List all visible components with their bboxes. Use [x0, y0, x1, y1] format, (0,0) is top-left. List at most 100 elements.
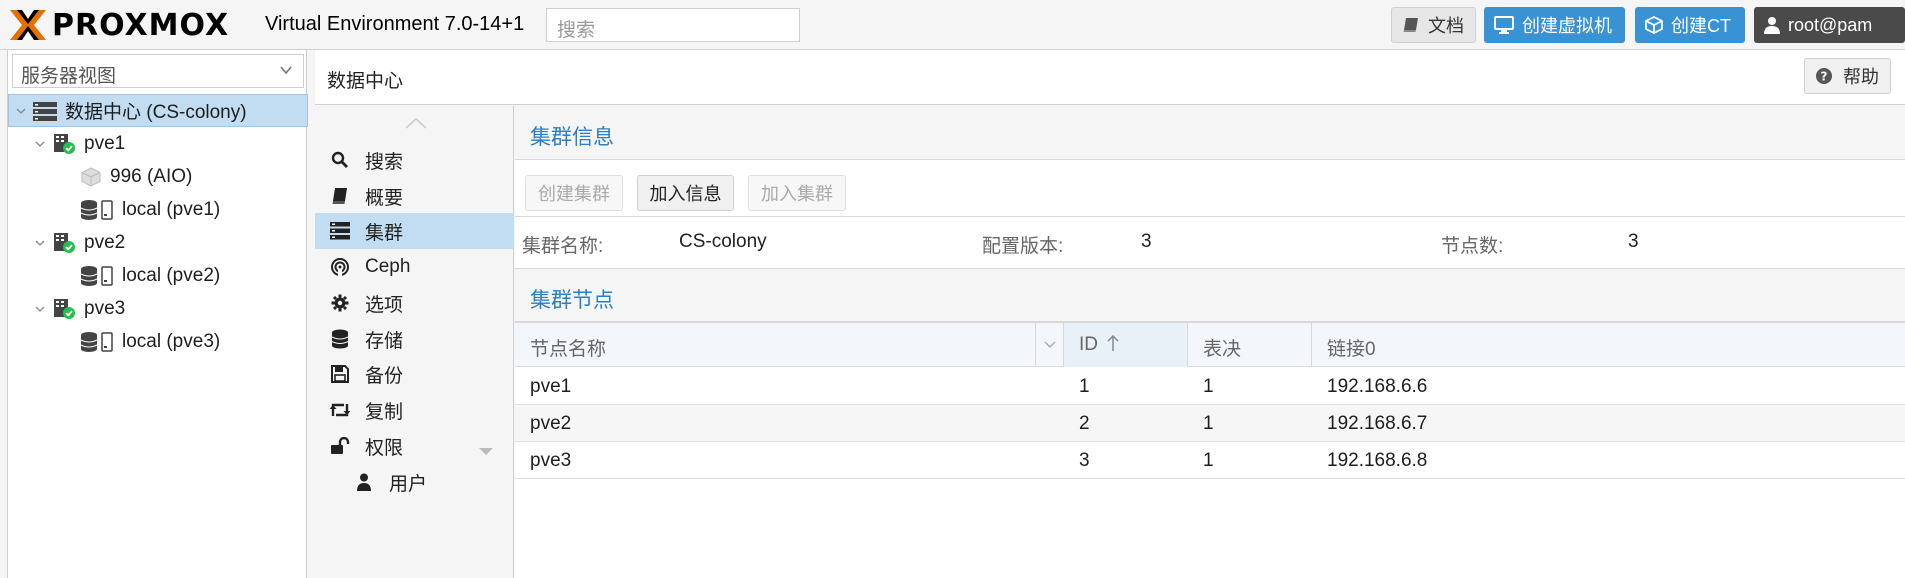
- column-header-id[interactable]: ID: [1064, 323, 1188, 367]
- storage-icon: [80, 199, 114, 221]
- column-header-votes[interactable]: 表决: [1188, 323, 1312, 367]
- collapse-icon[interactable]: [15, 105, 29, 117]
- column-header-node-name[interactable]: 节点名称: [515, 323, 1064, 367]
- ceph-icon: [329, 257, 351, 277]
- version-label: Virtual Environment 7.0-14+1: [265, 13, 525, 35]
- nav-item-ceph[interactable]: Ceph: [315, 249, 514, 285]
- search-icon: [329, 151, 351, 169]
- user-menu-button[interactable]: root@pam: [1754, 7, 1905, 43]
- nav-item-users[interactable]: 用户: [315, 464, 514, 500]
- table-row[interactable]: pve1 1 1 192.168.6.6: [515, 368, 1905, 405]
- sort-ascending-icon: [1107, 334, 1119, 358]
- chevron-down-icon: [279, 61, 293, 83]
- tree-item-storage-pve2[interactable]: local (pve2): [8, 259, 308, 292]
- nav-item-backup[interactable]: 备份: [315, 356, 514, 392]
- create-ct-button[interactable]: 创建CT: [1635, 7, 1745, 43]
- cluster-toolbar: 创建集群 加入信息 加入集群: [515, 161, 1905, 217]
- question-icon: ?: [1815, 67, 1833, 85]
- unlock-icon: [329, 437, 351, 455]
- tree-item-label: 996 (AIO): [110, 165, 193, 187]
- tree-item-label: pve1: [84, 132, 126, 154]
- cell-node-name: pve3: [530, 450, 572, 471]
- datacenter-nav: 搜索 概要 集群 Ceph 选项 存储 备份 复制 权限 用户: [315, 106, 514, 578]
- tree-item-pve2[interactable]: pve2: [8, 226, 308, 259]
- cluster-info-title: 集群信息: [530, 126, 614, 149]
- create-vm-label: 创建虚拟机: [1522, 16, 1612, 36]
- table-row[interactable]: pve3 3 1 192.168.6.8: [515, 442, 1905, 479]
- page-title: 数据中心: [327, 71, 404, 92]
- cluster-name-label: 集群名称:: [522, 236, 604, 257]
- node-online-icon: [52, 232, 76, 254]
- nav-item-label: 权限: [365, 437, 404, 459]
- cluster-name-value: CS-colony: [679, 231, 767, 252]
- collapse-icon[interactable]: [34, 138, 48, 150]
- column-header-label: 表决: [1203, 339, 1242, 360]
- tree-item-label: local (pve2): [122, 264, 221, 286]
- config-version-label: 配置版本:: [982, 236, 1064, 257]
- create-cluster-button[interactable]: 创建集群: [525, 175, 623, 211]
- help-button[interactable]: ? 帮助: [1804, 58, 1891, 94]
- create-ct-label: 创建CT: [1671, 16, 1731, 36]
- resource-tree-panel: 服务器视图 数据中心 (CS-colony) pve1 996 (AIO) lo…: [7, 50, 308, 578]
- tree-item-datacenter[interactable]: 数据中心 (CS-colony): [8, 94, 308, 127]
- database-icon: [329, 329, 351, 349]
- nav-item-label: 搜索: [365, 151, 404, 173]
- floppy-icon: [329, 365, 351, 383]
- create-vm-button[interactable]: 创建虚拟机: [1484, 7, 1625, 43]
- collapse-icon[interactable]: [34, 303, 48, 315]
- search-input[interactable]: 搜索: [546, 8, 800, 42]
- node-online-icon: [52, 133, 76, 155]
- nav-item-label: 存储: [365, 330, 404, 352]
- nav-item-storage[interactable]: 存储: [315, 321, 514, 357]
- table-row[interactable]: pve2 2 1 192.168.6.7: [515, 405, 1905, 442]
- nav-item-label: 概要: [365, 187, 404, 209]
- desktop-icon: [1494, 16, 1514, 34]
- nav-item-label: 选项: [365, 294, 404, 316]
- docs-button[interactable]: 文档: [1391, 7, 1476, 43]
- tree-item-storage-pve1[interactable]: local (pve1): [8, 193, 308, 226]
- column-header-label: 链接0: [1327, 339, 1376, 360]
- nav-item-summary[interactable]: 概要: [315, 178, 514, 214]
- proxmox-x-icon: [10, 10, 46, 40]
- column-menu-icon[interactable]: [1035, 323, 1063, 367]
- svg-text:?: ?: [1821, 70, 1828, 84]
- cell-id: 1: [1079, 376, 1090, 397]
- storage-icon: [80, 265, 114, 287]
- nav-item-cluster[interactable]: 集群: [315, 213, 514, 249]
- cluster-panel: 集群信息 创建集群 加入信息 加入集群 集群名称: CS-colony 配置版本…: [515, 106, 1905, 578]
- scroll-up-icon[interactable]: [403, 114, 429, 136]
- cell-votes: 1: [1203, 413, 1214, 434]
- tree-item-storage-pve3[interactable]: local (pve3): [8, 325, 308, 358]
- nav-item-label: 复制: [365, 401, 404, 423]
- column-header-label: ID: [1079, 334, 1098, 355]
- retweet-icon: [329, 401, 351, 419]
- nav-item-options[interactable]: 选项: [315, 285, 514, 321]
- collapse-icon[interactable]: [34, 237, 48, 249]
- cell-node-name: pve1: [530, 376, 572, 397]
- nav-item-label: Ceph: [365, 256, 411, 277]
- vm-stopped-icon: [80, 166, 102, 188]
- tree-item-pve3[interactable]: pve3: [8, 292, 308, 325]
- cluster-nodes-title: 集群节点: [530, 289, 614, 312]
- gear-icon: [329, 294, 351, 312]
- proxmox-logo[interactable]: PROXMOX: [8, 7, 230, 43]
- user-label: root@pam: [1788, 14, 1873, 35]
- view-selector[interactable]: 服务器视图: [12, 54, 304, 88]
- help-label: 帮助: [1843, 67, 1879, 87]
- nav-item-search[interactable]: 搜索: [315, 142, 514, 178]
- book-icon: [329, 187, 351, 205]
- nav-item-permissions[interactable]: 权限: [315, 428, 514, 464]
- tree-item-pve1[interactable]: pve1: [8, 127, 308, 160]
- tree-item-vm-996[interactable]: 996 (AIO): [8, 160, 308, 193]
- join-info-button[interactable]: 加入信息: [637, 175, 734, 211]
- node-count-value: 3: [1628, 231, 1639, 252]
- logo-text: PROXMOX: [52, 7, 230, 43]
- cluster-info-header: 集群信息: [515, 106, 1905, 160]
- cluster-nodes-header: 集群节点: [515, 268, 1905, 322]
- cell-link0: 192.168.6.8: [1327, 450, 1428, 471]
- column-header-link0[interactable]: 链接0: [1312, 323, 1905, 367]
- expand-caret-icon[interactable]: [478, 441, 494, 463]
- nav-item-label: 备份: [365, 365, 404, 387]
- nav-item-replication[interactable]: 复制: [315, 392, 514, 428]
- join-cluster-button[interactable]: 加入集群: [748, 175, 846, 211]
